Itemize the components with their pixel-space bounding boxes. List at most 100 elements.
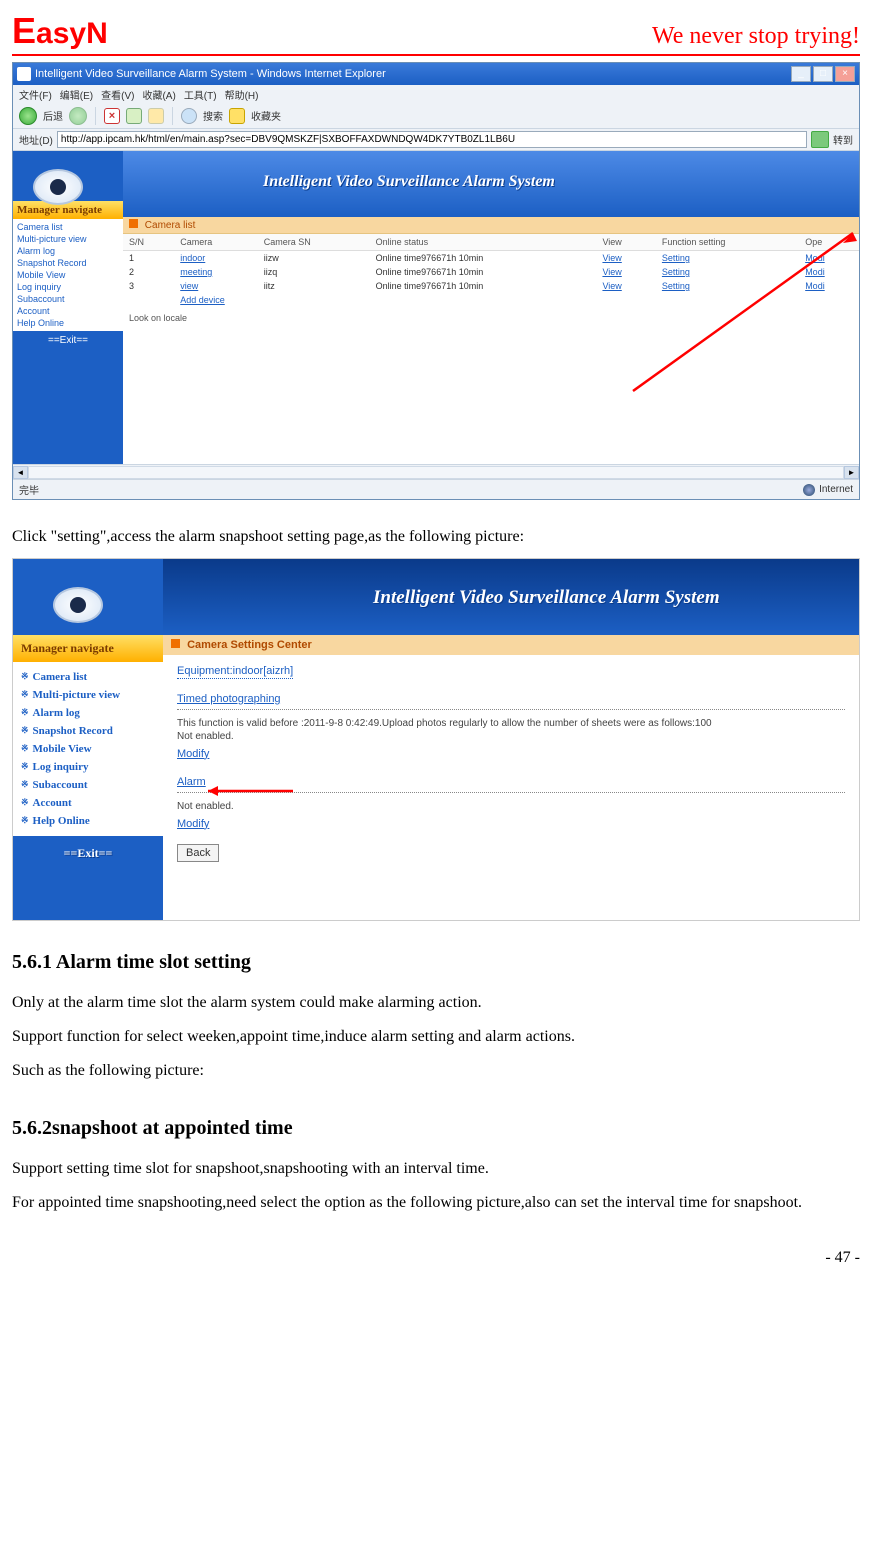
sidebar-item-camera-list[interactable]: Camera list xyxy=(17,221,119,233)
refresh-icon[interactable] xyxy=(126,108,142,124)
logo-rest: asy xyxy=(36,17,86,51)
forward-icon[interactable] xyxy=(69,107,87,125)
table-row: 3 view iitz Online time976671h 10min Vie… xyxy=(123,279,859,293)
menu-item[interactable]: 编辑(E) xyxy=(60,87,93,101)
bullet-icon: ※ xyxy=(21,725,29,736)
address-label: 地址(D) xyxy=(19,132,53,147)
view-link[interactable]: View xyxy=(602,267,621,277)
sidebar-item-subaccount[interactable]: ※Subaccount xyxy=(21,776,155,794)
sidebar-item-snapshot-record[interactable]: Snapshot Record xyxy=(17,257,119,269)
sidebar-item-label: Help Online xyxy=(33,815,90,827)
address-input[interactable] xyxy=(57,131,807,148)
sidebar-item-alarm-log[interactable]: ※Alarm log xyxy=(21,704,155,722)
sidebar-item-multi-picture[interactable]: Multi-picture view xyxy=(17,233,119,245)
view-link[interactable]: View xyxy=(602,281,621,291)
setting-link[interactable]: Setting xyxy=(662,281,690,291)
modify-link[interactable]: Modify xyxy=(177,818,209,830)
sidebar-item-mobile-view[interactable]: ※Mobile View xyxy=(21,740,155,758)
menu-item[interactable]: 查看(V) xyxy=(101,87,134,101)
sidebar-item-account[interactable]: ※Account xyxy=(21,794,155,812)
camera-link[interactable]: indoor xyxy=(180,253,205,263)
close-button[interactable]: × xyxy=(835,66,855,82)
cell-csn: iizq xyxy=(258,265,370,279)
modify-link[interactable]: Modi xyxy=(805,281,825,291)
logo-letter-n: N xyxy=(86,17,108,51)
nav-body: Camera list Multi-picture view Alarm log… xyxy=(13,219,123,331)
ie-sidebar: Manager navigate Camera list Multi-pictu… xyxy=(13,151,123,481)
not-enabled-text: Not enabled. xyxy=(177,731,845,742)
scroll-track[interactable] xyxy=(28,466,844,479)
stop-icon[interactable]: × xyxy=(104,108,120,124)
separator xyxy=(95,107,96,125)
sidebar-item-help-online[interactable]: Help Online xyxy=(17,317,119,329)
favorites-icon[interactable] xyxy=(229,108,245,124)
sidebar-item-label: Camera list xyxy=(33,671,88,683)
sidebar-item-alarm-log[interactable]: Alarm log xyxy=(17,245,119,257)
sidebar-item-account[interactable]: Account xyxy=(17,305,119,317)
search-icon[interactable] xyxy=(181,108,197,124)
camera-link[interactable]: meeting xyxy=(180,267,212,277)
divider xyxy=(177,709,845,710)
ie-titlebar: Intelligent Video Surveillance Alarm Sys… xyxy=(13,63,859,85)
back-button[interactable]: Back xyxy=(177,844,219,862)
sidebar-item-log-inquiry[interactable]: Log inquiry xyxy=(17,281,119,293)
bullet-icon: ※ xyxy=(21,707,29,718)
view-link[interactable]: View xyxy=(602,253,621,263)
maximize-button[interactable]: □ xyxy=(813,66,833,82)
menu-item[interactable]: 帮助(H) xyxy=(225,87,259,101)
sidebar-item-multi-picture[interactable]: ※ Multi-picture view xyxy=(21,686,155,704)
minimize-button[interactable]: _ xyxy=(791,66,811,82)
col-camera: Camera xyxy=(174,234,258,251)
cell-status: Online time976671h 10min xyxy=(370,251,597,266)
settings-body: Equipment:indoor[aizrh] Timed photograph… xyxy=(163,655,859,872)
heading-562: 5.6.2snapshoot at appointed time xyxy=(12,1117,860,1140)
go-button[interactable] xyxy=(811,131,829,148)
back-icon[interactable] xyxy=(19,107,37,125)
doc-header: E asy N We never stop trying! xyxy=(12,10,860,56)
screenshot-ie-window: Intelligent Video Surveillance Alarm Sys… xyxy=(12,62,860,500)
settings-center-label: Camera Settings Center xyxy=(187,639,312,651)
s2-main: Intelligent Video Surveillance Alarm Sys… xyxy=(163,559,859,920)
scroll-right-icon[interactable]: ► xyxy=(844,466,859,479)
sidebar-item-help-online[interactable]: ※Help Online xyxy=(21,812,155,830)
not-enabled-text: Not enabled. xyxy=(177,801,845,812)
search-label: 搜索 xyxy=(203,108,223,123)
menu-item[interactable]: 文件(F) xyxy=(19,87,52,101)
camera-table: S/N Camera Camera SN Online status View … xyxy=(123,234,859,307)
modify-link[interactable]: Modify xyxy=(177,748,209,760)
bullet-icon: ※ xyxy=(21,779,29,790)
logo: E asy N xyxy=(12,10,108,52)
ie-address-bar: 地址(D) 转到 xyxy=(13,129,859,151)
menu-item[interactable]: 收藏(A) xyxy=(142,87,175,101)
h-scrollbar[interactable]: ◄ ► xyxy=(13,464,859,479)
sidebar-item-camera-list[interactable]: ※ Camera list xyxy=(21,668,155,686)
camera-link[interactable]: view xyxy=(180,281,198,291)
setting-link[interactable]: Setting xyxy=(662,253,690,263)
para-561b: Support function for select weeken,appoi… xyxy=(12,1022,860,1052)
exit-link[interactable]: ==Exit== xyxy=(13,836,163,871)
menu-item[interactable]: 工具(T) xyxy=(184,87,217,101)
setting-link[interactable]: Setting xyxy=(662,267,690,277)
ie-title: Intelligent Video Surveillance Alarm Sys… xyxy=(35,68,386,80)
modify-link[interactable]: Modi xyxy=(805,267,825,277)
scroll-left-icon[interactable]: ◄ xyxy=(13,466,28,479)
banner-title: Intelligent Video Surveillance Alarm Sys… xyxy=(263,173,555,191)
sidebar-item-label: Mobile View xyxy=(33,743,92,755)
sidebar-item-snapshot-record[interactable]: ※Snapshot Record xyxy=(21,722,155,740)
separator xyxy=(172,107,173,125)
bullet-icon: ※ xyxy=(21,689,29,700)
sidebar-item-label: Multi-picture view xyxy=(33,689,120,701)
bullet-icon: ※ xyxy=(21,671,29,682)
add-device-link[interactable]: Add device xyxy=(180,295,225,305)
sidebar-item-subaccount[interactable]: Subaccount xyxy=(17,293,119,305)
heading-561: 5.6.1 Alarm time slot setting xyxy=(12,951,860,974)
cell-sn: 3 xyxy=(123,279,174,293)
modify-link[interactable]: Modi xyxy=(805,253,825,263)
table-header-row: S/N Camera Camera SN Online status View … xyxy=(123,234,859,251)
home-icon[interactable] xyxy=(148,108,164,124)
exit-link[interactable]: ==Exit== xyxy=(13,331,123,350)
sidebar-item-mobile-view[interactable]: Mobile View xyxy=(17,269,119,281)
table-row: 1 indoor iizw Online time976671h 10min V… xyxy=(123,251,859,266)
sidebar-item-log-inquiry[interactable]: ※Log inquiry xyxy=(21,758,155,776)
para-562a: Support setting time slot for snapshoot,… xyxy=(12,1154,860,1184)
